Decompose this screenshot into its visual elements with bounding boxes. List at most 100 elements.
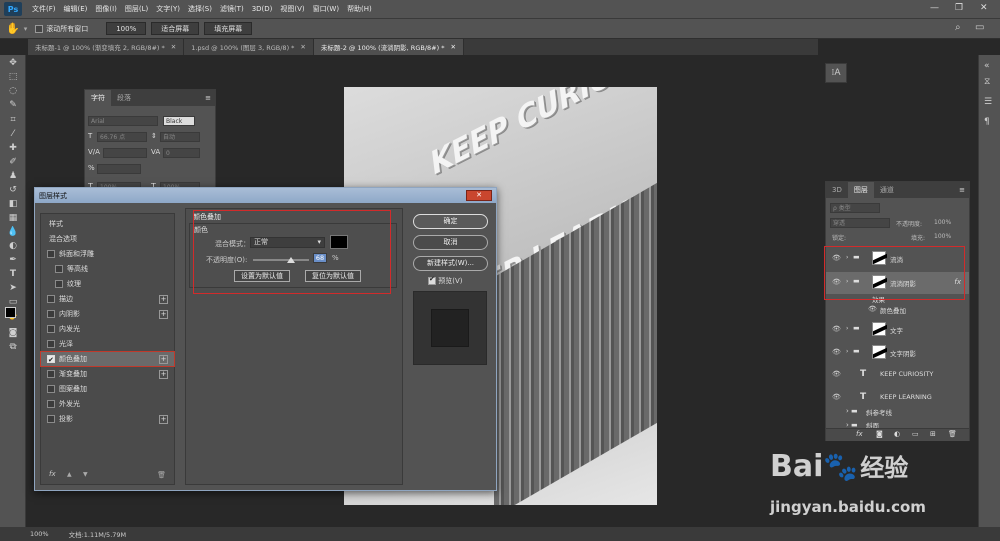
layer-row[interactable]: 👁 T KEEP CURIOSITY xyxy=(826,364,969,386)
path-select-icon[interactable]: ➤ xyxy=(6,282,20,294)
style-checkbox[interactable] xyxy=(47,353,55,367)
menu-edit[interactable]: 编辑(E) xyxy=(60,4,92,14)
panel-menu-icon[interactable]: ≡ xyxy=(205,94,211,102)
blend-options-item[interactable]: 混合选项 xyxy=(41,232,174,246)
tab-channels[interactable]: 通道 xyxy=(874,182,900,198)
blur-tool-icon[interactable]: 💧 xyxy=(6,226,20,238)
move-tool-icon[interactable]: ✥ xyxy=(6,57,20,69)
paragraph-icon[interactable]: ¶ xyxy=(984,117,990,127)
style-item-7[interactable]: 颜色叠加 + xyxy=(40,351,175,367)
fx-icon[interactable]: fx xyxy=(856,430,863,438)
style-checkbox[interactable] xyxy=(47,295,55,303)
tool-preset-dropdown[interactable]: ▾ xyxy=(24,25,28,33)
maximize-button[interactable]: ❐ xyxy=(955,3,963,13)
style-checkbox[interactable] xyxy=(47,250,55,258)
style-checkbox[interactable] xyxy=(47,385,55,393)
add-style-icon[interactable]: + xyxy=(159,415,168,424)
search-icon[interactable]: ⌕ xyxy=(955,22,961,33)
tab-document-2[interactable]: 1.psd @ 100% (图层 3, RGB/8) * ✕ xyxy=(184,39,314,55)
preview-row[interactable]: ✔ 预览(V) xyxy=(428,275,463,286)
close-icon[interactable]: ✕ xyxy=(450,43,455,51)
style-checkbox[interactable] xyxy=(55,265,63,273)
menu-file[interactable]: 文件(F) xyxy=(28,4,60,14)
preview-checkbox[interactable]: ✔ xyxy=(428,275,436,285)
quick-mask-icon[interactable]: ◙ xyxy=(6,327,20,339)
layer-opacity-value[interactable]: 100% xyxy=(934,219,951,226)
font-size-field[interactable]: 66.76 点 xyxy=(97,132,147,142)
move-down-icon[interactable]: ▼ xyxy=(83,471,88,478)
lasso-tool-icon[interactable]: ◌ xyxy=(6,85,20,97)
style-item-6[interactable]: 光泽 xyxy=(41,337,174,351)
menu-layer[interactable]: 图层(L) xyxy=(121,4,152,14)
style-item-1[interactable]: 等高线 xyxy=(41,262,174,276)
tab-document-1[interactable]: 未标题-1 @ 100% (渐变填充 2, RGB/8#) * ✕ xyxy=(28,39,185,55)
style-checkbox[interactable] xyxy=(47,310,55,318)
style-item-2[interactable]: 纹理 xyxy=(41,277,174,291)
menu-filter[interactable]: 滤镜(T) xyxy=(216,4,248,14)
style-item-0[interactable]: 斜面和浮雕 xyxy=(41,247,174,261)
gradient-tool-icon[interactable]: ▦ xyxy=(6,212,20,224)
marquee-tool-icon[interactable]: ⬚ xyxy=(6,71,20,83)
tab-layers[interactable]: 图层 xyxy=(847,182,874,198)
leading-field[interactable]: 自动 xyxy=(160,132,200,142)
style-checkbox[interactable] xyxy=(47,400,55,408)
properties-icon[interactable]: ☰ xyxy=(984,97,992,107)
dialog-close-button[interactable]: ✕ xyxy=(466,190,492,201)
workspace-icon[interactable]: ▭ xyxy=(975,22,984,33)
tab-3d[interactable]: 3D xyxy=(826,182,848,198)
style-item-9[interactable]: 图案叠加 xyxy=(41,382,174,396)
visibility-icon[interactable]: 👁 xyxy=(832,370,841,378)
style-checkbox[interactable] xyxy=(47,325,55,333)
layer-row[interactable]: › ▬ 斜参考线 xyxy=(826,406,969,418)
mask-icon[interactable]: ◙ xyxy=(876,430,883,438)
eyedropper-tool-icon[interactable]: ⁄ xyxy=(6,128,20,140)
new-style-button[interactable]: 新建样式(W)... xyxy=(413,256,488,271)
add-style-icon[interactable]: + xyxy=(159,310,168,319)
expand-arrow-icon[interactable]: › xyxy=(846,325,848,332)
fx-icon[interactable]: fx xyxy=(49,470,56,478)
eraser-tool-icon[interactable]: ◧ xyxy=(6,198,20,210)
dodge-tool-icon[interactable]: ◐ xyxy=(6,240,20,252)
healing-brush-icon[interactable]: ✚ xyxy=(6,142,20,154)
close-icon[interactable]: ✕ xyxy=(171,43,176,51)
type-tool-icon[interactable]: T xyxy=(6,268,20,280)
pen-tool-icon[interactable]: ✒ xyxy=(6,254,20,266)
expand-arrow-icon[interactable]: › xyxy=(846,348,848,355)
panel-menu-icon[interactable]: ≡ xyxy=(959,186,965,194)
move-up-icon[interactable]: ▲ xyxy=(67,471,72,478)
fill-value[interactable]: 100% xyxy=(934,233,951,240)
add-style-icon[interactable]: + xyxy=(159,355,168,364)
ok-button[interactable]: 确定 xyxy=(413,214,488,229)
close-window-button[interactable]: ✕ xyxy=(980,3,988,13)
text-color-field[interactable]: Black xyxy=(163,116,195,126)
layer-row[interactable]: 👁 颜色叠加 xyxy=(826,304,969,316)
zoom-100-button[interactable]: 100% xyxy=(106,22,147,35)
menu-select[interactable]: 选择(S) xyxy=(184,4,216,14)
fit-screen-button[interactable]: 适合屏幕 xyxy=(151,22,200,35)
menu-help[interactable]: 帮助(H) xyxy=(343,4,376,14)
layer-row[interactable]: 👁 › ▬ 文字阴影 xyxy=(826,342,969,364)
fill-screen-button[interactable]: 填充屏幕 xyxy=(204,22,253,35)
style-checkbox[interactable] xyxy=(47,370,55,378)
tracking-field[interactable]: 0 xyxy=(163,148,200,158)
zoom-readout[interactable]: 100% xyxy=(30,530,49,538)
scroll-all-checkbox[interactable] xyxy=(35,24,44,33)
style-checkbox[interactable] xyxy=(55,280,63,288)
kerning-field[interactable] xyxy=(103,148,147,158)
style-item-10[interactable]: 外发光 xyxy=(41,397,174,411)
layer-filter-field[interactable]: ρ 类型 xyxy=(830,203,880,213)
crop-tool-icon[interactable]: ⌗ xyxy=(6,114,20,126)
styles-header[interactable]: 样式 xyxy=(41,217,174,231)
menu-window[interactable]: 窗口(W) xyxy=(309,4,343,14)
screen-mode-icon[interactable]: ⧉ xyxy=(6,341,20,353)
visibility-icon[interactable]: 👁 xyxy=(832,325,841,333)
scale-field[interactable] xyxy=(97,164,141,174)
cancel-button[interactable]: 取消 xyxy=(413,235,488,250)
quick-select-tool-icon[interactable]: ✎ xyxy=(6,99,20,111)
tab-paragraph[interactable]: 段落 xyxy=(111,90,137,106)
menu-image[interactable]: 图像(I) xyxy=(91,4,121,14)
style-item-5[interactable]: 内发光 xyxy=(41,322,174,336)
stamp-tool-icon[interactable]: ♟ xyxy=(6,170,20,182)
tab-character[interactable]: 字符 xyxy=(85,90,111,106)
style-item-3[interactable]: 描边 + xyxy=(41,292,174,306)
